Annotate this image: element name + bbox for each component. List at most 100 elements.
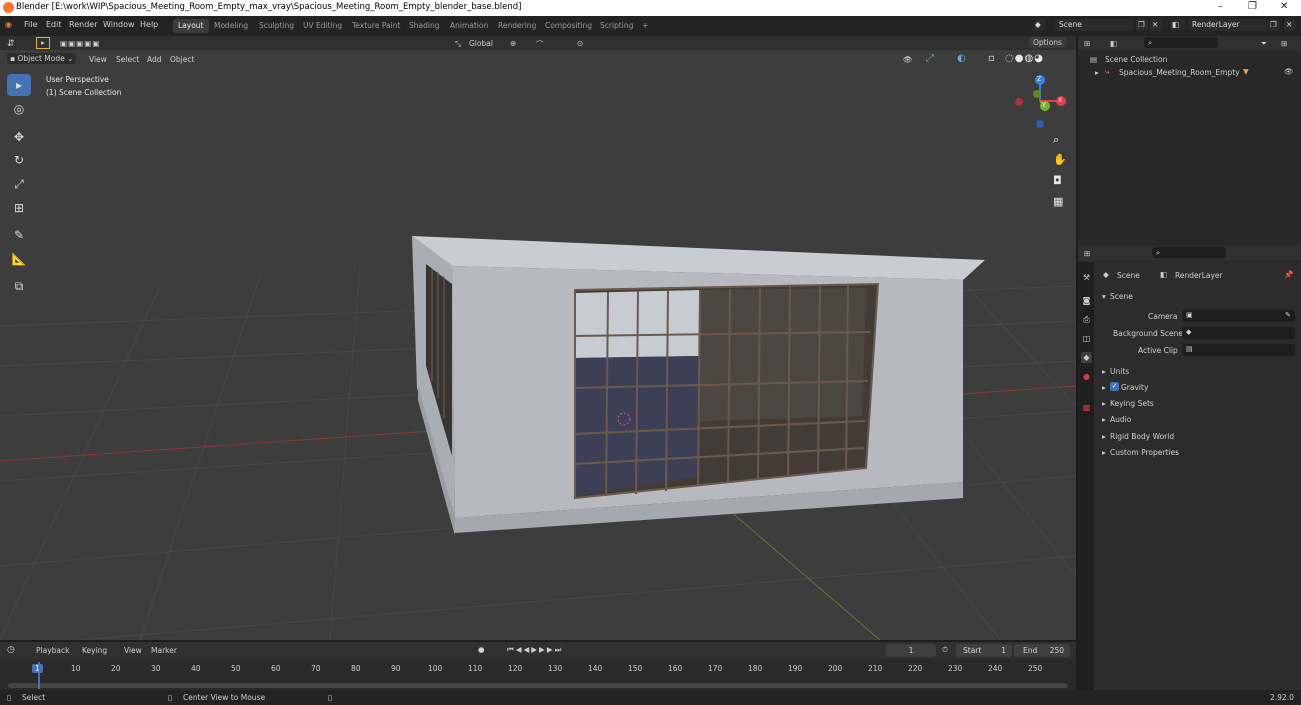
properties-search-input[interactable] (1152, 247, 1226, 258)
new-renderlayer-icon[interactable]: ❐ (1268, 19, 1280, 31)
panel-gravity[interactable]: Gravity (1121, 383, 1148, 392)
orientation-icon[interactable]: ⤡ (455, 39, 461, 49)
annotate-tool-icon[interactable]: ✎ (7, 224, 31, 246)
transform-tool-icon[interactable]: ⊞ (7, 197, 31, 219)
select-mode-icon[interactable]: ▸ (36, 37, 50, 49)
select-tool-icon[interactable]: ▸ (7, 74, 31, 96)
timeline-editor-icon[interactable]: ◷ (7, 645, 15, 655)
gravity-arrow-icon[interactable]: ▸ (1102, 383, 1106, 392)
menu-file[interactable]: File (24, 20, 37, 29)
delete-scene-icon[interactable]: ✕ (1150, 19, 1162, 31)
tab-scripting[interactable]: Scripting (595, 19, 638, 33)
start-frame-field[interactable]: Start 1 (956, 644, 1012, 657)
perspective-grid-icon[interactable]: ▦ (1053, 195, 1063, 208)
transform-orientation[interactable]: Global (469, 39, 493, 48)
add-cube-tool-icon[interactable]: ⧉ (7, 275, 31, 297)
timeline-menu-marker[interactable]: Marker (151, 646, 177, 655)
blender-menu-icon[interactable]: ◉ (5, 20, 12, 29)
viewport-menu-object[interactable]: Object (170, 55, 194, 64)
units-arrow-icon[interactable]: ▸ (1102, 367, 1106, 376)
selection-modes-icon[interactable]: ▣▣▣▣▣ (60, 39, 100, 48)
tab-uv-editing[interactable]: UV Editing (298, 19, 347, 33)
viewport-menu-select[interactable]: Select (116, 55, 139, 64)
scene-panel-header[interactable]: Scene (1110, 292, 1133, 301)
snap-icon[interactable]: ⌒ (536, 39, 544, 50)
outliner-search-input[interactable] (1144, 37, 1218, 48)
panel-rigid-body-world[interactable]: Rigid Body World (1110, 432, 1174, 441)
panel-audio[interactable]: Audio (1110, 415, 1131, 424)
move-tool-icon[interactable]: ✥ (7, 126, 31, 148)
outliner-item-room[interactable]: Spacious_Meeting_Room_Empty (1119, 68, 1240, 77)
record-icon[interactable]: ● (478, 645, 485, 654)
new-scene-icon[interactable]: ❐ (1136, 19, 1148, 31)
visibility-eye-icon[interactable]: 👁 (1284, 67, 1294, 76)
texture-tab-icon[interactable]: ▩ (1081, 402, 1092, 413)
panel-custom-properties[interactable]: Custom Properties (1110, 448, 1179, 457)
timeline-menu-playback[interactable]: Playback (36, 646, 69, 655)
tab-animation[interactable]: Animation (445, 19, 493, 33)
render-tab-icon[interactable]: ◙ (1081, 295, 1092, 306)
add-workspace-button[interactable]: + (637, 19, 653, 33)
gravity-checkbox[interactable]: ✓ (1110, 382, 1119, 391)
measure-tool-icon[interactable]: 📐 (7, 248, 31, 270)
camera-field[interactable]: ▣ ✎ (1182, 310, 1295, 322)
menu-render[interactable]: Render (69, 20, 97, 29)
tab-texture-paint[interactable]: Texture Paint (347, 19, 405, 33)
expand-arrow-icon[interactable]: ▸ (1095, 68, 1099, 77)
proportional-edit-icon[interactable]: ⊙ (577, 39, 583, 48)
panel-units[interactable]: Units (1110, 367, 1129, 376)
minimize-button[interactable]: – (1218, 1, 1223, 12)
world-tab-icon[interactable]: ● (1081, 371, 1092, 382)
playback-controls-icon[interactable]: ⏮◀◀▶▶▶⏭ (507, 645, 563, 655)
scale-tool-icon[interactable]: ⤢ (7, 173, 31, 195)
menu-edit[interactable]: Edit (46, 20, 62, 29)
custom-props-arrow-icon[interactable]: ▸ (1102, 448, 1106, 457)
gizmo-x-label[interactable]: X (1058, 97, 1062, 104)
cursor-tool-icon[interactable]: ◎ (7, 98, 31, 120)
outliner-scene-collection[interactable]: Scene Collection (1105, 55, 1167, 64)
background-scene-field[interactable]: ◆ (1182, 327, 1295, 339)
menu-window[interactable]: Window (103, 20, 135, 29)
zoom-icon[interactable]: ⌕ (1053, 133, 1059, 147)
pivot-icon[interactable]: ⊕ (510, 39, 516, 48)
tab-shading[interactable]: Shading (404, 19, 444, 33)
overlay-toggle-icon[interactable]: ◐ (957, 53, 966, 64)
tab-rendering[interactable]: Rendering (493, 19, 541, 33)
gizmo-y-label[interactable]: Y (1042, 102, 1046, 109)
gizmo-toggle-icon[interactable]: ⤢ (926, 53, 934, 64)
options-dropdown[interactable]: Options (1029, 37, 1066, 48)
stopwatch-icon[interactable]: ⏱ (942, 645, 948, 655)
tab-compositing[interactable]: Compositing (540, 19, 597, 33)
shading-modes-icon[interactable]: ◌●◍◕ (1005, 53, 1044, 64)
viewport-menu-add[interactable]: Add (147, 55, 162, 64)
tool-tab-icon[interactable]: ⚒ (1081, 272, 1092, 283)
scene-tab-icon[interactable]: ◆ (1081, 352, 1092, 363)
display-mode-icon[interactable]: ◧ (1110, 39, 1117, 48)
scene-icon[interactable]: ◆ (1034, 19, 1046, 31)
editor-type-icon[interactable]: ⇵ (7, 39, 15, 49)
outliner[interactable]: ⊞ ◧ ⌕ ⏷ ⊞ ▤ Scene Collection ▸ ⤷ Spaciou… (1078, 36, 1301, 246)
visibility-icon[interactable]: 👁 (903, 55, 913, 64)
audio-arrow-icon[interactable]: ▸ (1102, 415, 1106, 424)
outliner-editor-icon[interactable]: ⊞ (1084, 39, 1090, 48)
rotate-tool-icon[interactable]: ↻ (7, 149, 31, 171)
filter-icon[interactable]: ⏷ (1261, 39, 1267, 49)
rigid-body-arrow-icon[interactable]: ▸ (1102, 432, 1106, 441)
scene-selector[interactable]: Scene (1055, 19, 1133, 31)
object-mode-dropdown[interactable]: ▪ Object Mode ⌄ (7, 53, 77, 64)
tab-layout[interactable]: Layout (173, 19, 209, 33)
timeline-scrollbar[interactable] (8, 683, 1068, 688)
pan-hand-icon[interactable]: ✋ (1053, 153, 1067, 166)
viewport-menu-view[interactable]: View (89, 55, 107, 64)
end-frame-field[interactable]: End 250 (1014, 644, 1070, 657)
current-frame-field[interactable]: 1 (886, 644, 936, 657)
pin-icon[interactable]: 📌 (1284, 270, 1293, 279)
delete-renderlayer-icon[interactable]: ✕ (1284, 19, 1296, 31)
playhead-frame[interactable]: 1 (32, 664, 43, 673)
tab-modeling[interactable]: Modeling (209, 19, 253, 33)
active-clip-field[interactable]: ▤ (1182, 344, 1295, 356)
output-tab-icon[interactable]: ⎙ (1081, 314, 1092, 325)
timeline-menu-keying[interactable]: Keying (82, 646, 107, 655)
3d-viewport[interactable] (0, 36, 1076, 640)
renderlayer-icon[interactable]: ◧ (1170, 19, 1186, 31)
